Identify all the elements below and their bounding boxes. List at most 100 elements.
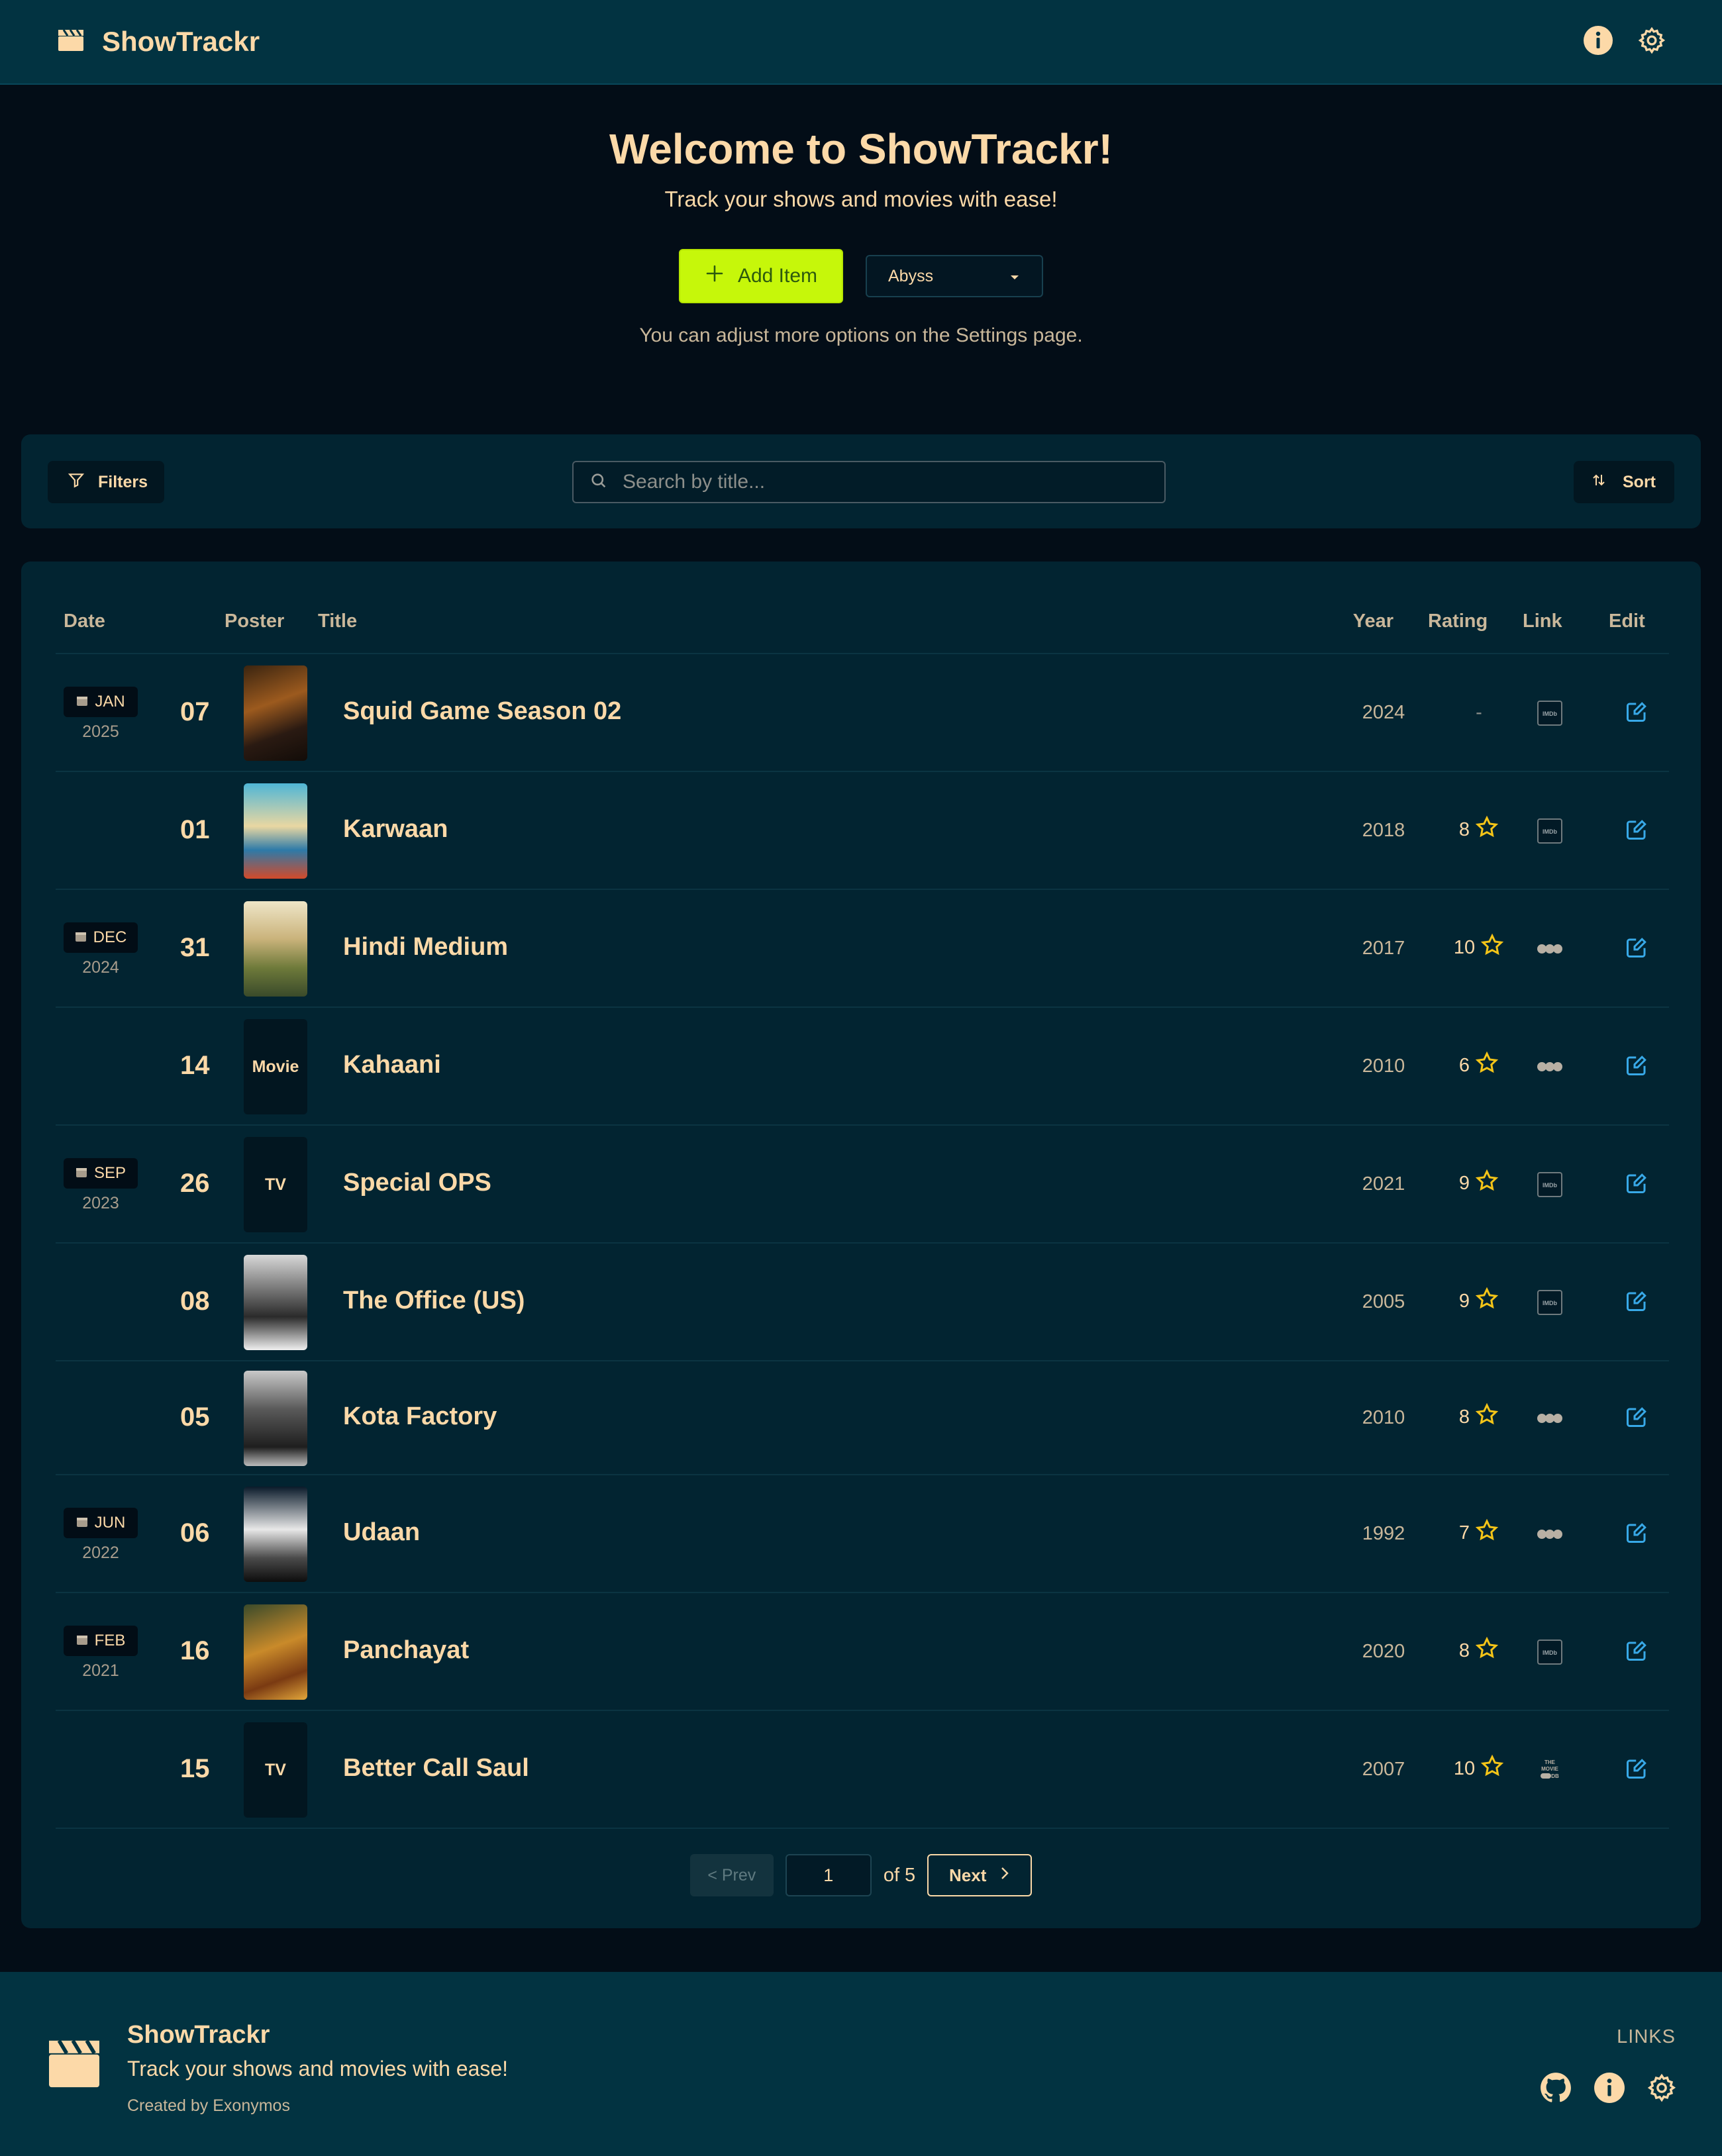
add-item-button[interactable]: Add Item xyxy=(679,249,843,303)
edit-icon[interactable] xyxy=(1617,700,1656,724)
poster-image[interactable] xyxy=(244,665,307,761)
letterboxd-link-icon[interactable] xyxy=(1530,942,1570,956)
tmdb-link-icon[interactable]: THE MOVIE DB xyxy=(1530,1758,1570,1782)
poster-placeholder-label: TV xyxy=(265,1175,286,1194)
hero-title: Welcome to ShowTrackr! xyxy=(609,125,1113,173)
date-year: 2021 xyxy=(82,1661,119,1680)
show-year: 1992 xyxy=(1362,1523,1405,1544)
letterboxd-link-icon[interactable] xyxy=(1530,1060,1570,1073)
show-title[interactable]: The Office (US) xyxy=(343,1287,525,1315)
poster-placeholder[interactable]: TV xyxy=(244,1137,307,1232)
poster-image[interactable] xyxy=(244,1255,307,1350)
poster-image[interactable] xyxy=(244,901,307,997)
edit-icon[interactable] xyxy=(1617,936,1656,959)
sort-button[interactable]: Sort xyxy=(1574,461,1674,503)
svg-text:IMDb: IMDb xyxy=(1543,710,1557,717)
edit-icon[interactable] xyxy=(1617,1171,1656,1195)
pagination: < Prev 1 of 5 Next xyxy=(21,1854,1701,1896)
column-header-rating[interactable]: Rating xyxy=(1428,611,1488,632)
brand[interactable]: ShowTrackr xyxy=(57,26,260,58)
footer-tagline: Track your shows and movies with ease! xyxy=(127,2057,509,2081)
show-year: 2021 xyxy=(1362,1173,1405,1195)
footer-links-label: LINKS xyxy=(1617,2026,1676,2047)
rating-value: 10 xyxy=(1453,1757,1476,1779)
column-header-year[interactable]: Year xyxy=(1353,611,1393,632)
show-rating: 10 xyxy=(1436,1754,1522,1783)
letterboxd-link-icon[interactable] xyxy=(1530,1528,1570,1541)
date-month-badge: SEP xyxy=(64,1158,138,1189)
poster-placeholder[interactable]: Movie xyxy=(244,1019,307,1114)
show-title[interactable]: Kahaani xyxy=(343,1051,441,1079)
show-title[interactable]: Squid Game Season 02 xyxy=(343,697,621,726)
poster-placeholder-label: TV xyxy=(265,1760,286,1779)
edit-icon[interactable] xyxy=(1617,818,1656,842)
show-title[interactable]: Better Call Saul xyxy=(343,1754,529,1783)
edit-icon[interactable] xyxy=(1617,1289,1656,1313)
show-title[interactable]: Special OPS xyxy=(343,1169,491,1197)
edit-icon[interactable] xyxy=(1617,1521,1656,1545)
star-icon xyxy=(1480,1754,1504,1783)
letterboxd-link-icon[interactable] xyxy=(1530,1412,1570,1425)
imdb-link-icon[interactable]: IMDb xyxy=(1530,1289,1570,1316)
info-icon[interactable] xyxy=(1594,2072,1625,2107)
gear-icon[interactable] xyxy=(1637,26,1666,58)
show-title[interactable]: Hindi Medium xyxy=(343,933,508,961)
show-year: 2018 xyxy=(1362,820,1405,841)
github-icon[interactable] xyxy=(1539,2071,1572,2108)
edit-icon[interactable] xyxy=(1617,1757,1656,1781)
show-rating: 8 xyxy=(1436,815,1522,844)
imdb-link-icon[interactable]: IMDb xyxy=(1530,1639,1570,1665)
date-day: 15 xyxy=(180,1754,210,1783)
edit-icon[interactable] xyxy=(1617,1639,1656,1663)
poster-image[interactable] xyxy=(244,1487,307,1582)
hero-note: You can adjust more options on the Setti… xyxy=(639,324,1083,346)
edit-icon[interactable] xyxy=(1617,1054,1656,1077)
rating-value: 8 xyxy=(1458,1406,1470,1428)
prev-page-button[interactable]: < Prev xyxy=(689,1854,774,1896)
show-title[interactable]: Karwaan xyxy=(343,815,448,844)
date-month-badge: JAN xyxy=(64,687,138,717)
date-day: 05 xyxy=(180,1402,210,1432)
show-year: 2007 xyxy=(1362,1759,1405,1780)
table-row: DEC 2024 31 Hindi Medium 2017 10 xyxy=(56,890,1669,1008)
rating-value: 7 xyxy=(1458,1522,1470,1544)
show-title[interactable]: Kota Factory xyxy=(343,1402,497,1431)
star-icon xyxy=(1475,1287,1499,1316)
column-header-date[interactable]: Date xyxy=(64,611,105,632)
show-title[interactable]: Panchayat xyxy=(343,1636,469,1665)
theme-select-value: Abyss xyxy=(888,266,934,285)
gear-icon[interactable] xyxy=(1646,2073,1677,2106)
date-month: DEC xyxy=(93,928,127,946)
footer-brand: ShowTrackr xyxy=(127,2021,270,2049)
column-header-link: Link xyxy=(1523,611,1562,632)
page-number-input[interactable]: 1 xyxy=(785,1854,872,1896)
calendar-icon xyxy=(76,1632,88,1650)
date-day: 07 xyxy=(180,697,210,726)
show-title[interactable]: Udaan xyxy=(343,1518,420,1547)
hero: Welcome to ShowTrackr! Track your shows … xyxy=(0,85,1722,429)
search-input[interactable] xyxy=(621,470,1151,494)
date-day: 06 xyxy=(180,1518,210,1547)
imdb-link-icon[interactable]: IMDb xyxy=(1530,818,1570,844)
svg-text:IMDb: IMDb xyxy=(1543,1300,1557,1306)
edit-icon[interactable] xyxy=(1617,1405,1656,1429)
info-icon[interactable] xyxy=(1583,25,1613,59)
date-year: 2025 xyxy=(82,722,119,741)
poster-image[interactable] xyxy=(244,1604,307,1700)
svg-text:IMDb: IMDb xyxy=(1543,1182,1557,1189)
star-icon xyxy=(1475,1402,1499,1432)
imdb-link-icon[interactable]: IMDb xyxy=(1530,700,1570,726)
filters-button[interactable]: Filters xyxy=(48,461,164,503)
poster-image[interactable] xyxy=(244,783,307,879)
next-page-button[interactable]: Next xyxy=(927,1854,1033,1896)
search-box[interactable] xyxy=(572,461,1166,503)
show-rating: 6 xyxy=(1436,1051,1522,1080)
poster-placeholder[interactable]: TV xyxy=(244,1722,307,1818)
poster-image[interactable] xyxy=(244,1371,307,1466)
imdb-link-icon[interactable]: IMDb xyxy=(1530,1171,1570,1198)
show-rating: - xyxy=(1436,702,1522,724)
sort-label: Sort xyxy=(1623,472,1656,491)
column-header-poster: Poster xyxy=(225,611,285,632)
theme-select[interactable]: Abyss xyxy=(866,255,1043,297)
column-header-title[interactable]: Title xyxy=(318,611,357,632)
